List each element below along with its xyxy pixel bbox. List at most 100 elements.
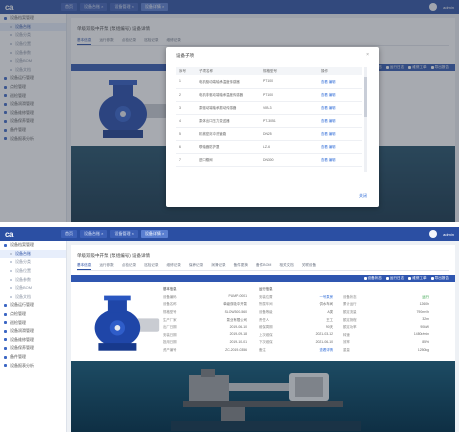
nav-tab-management[interactable]: 设备管理 × [110,230,138,238]
menu-dot-icon [10,278,12,281]
close-icon[interactable]: × [366,52,369,58]
tab-related[interactable]: 关联设备 [302,263,316,270]
info-row: 安装日期 2019-09-18 [163,332,247,337]
user-name[interactable]: admin [443,232,454,237]
sidebar-item[interactable]: 设备文档 [0,293,66,302]
screenshot-equipment-detail: ca 首页 设备台账 × 设备管理 × 设备详情 × admin 设备档案管理 … [0,227,459,432]
sidebar-item[interactable]: 巡检管理 [0,318,66,327]
nav-tab-ledger[interactable]: 设备台账 × [80,230,108,238]
sidebar-item[interactable]: 设备运行管理 [0,301,66,310]
column-header: 子项名称 [196,67,260,75]
scrollbar-thumb[interactable] [364,77,367,117]
modal-close-button[interactable]: 关闭 [359,193,367,199]
detail-tabs: 基本信息 运行参数 点检记录 巡检记录 维修记录 保养记录 润滑记录 备件更换 … [77,263,449,271]
info-row: 资产编号 ZC-2019-0356 [163,347,247,353]
section-title: 运行信息 [259,287,273,292]
modal-scrollbar[interactable] [364,67,367,172]
tab-parts[interactable]: 备件更换 [234,263,248,270]
log-icon [385,277,389,280]
menu-folder-icon [4,321,7,325]
cell-name: 进口蝶阀 [196,153,260,167]
info-row: 规格型号 SLOW300-560 [163,309,247,315]
sidebar-item[interactable]: 备件管理 [0,353,66,362]
action-export-button[interactable]: 导出报告 [430,276,449,281]
table-row: 5 机械密封冲洗管路 DN25 查看 编辑 [176,127,362,141]
cell-name: 电机非驱动端轴承温度传感器 [196,88,260,102]
sidebar-item[interactable]: 设备台账 [0,249,66,259]
sidebar-item[interactable]: 设备润滑管理 [0,327,66,336]
tab-bom[interactable]: 备件BOM [256,263,271,270]
row-action-link[interactable]: 查看 编辑 [318,140,362,154]
row-action-link[interactable]: 查看 编辑 [318,127,362,141]
row-action-link[interactable]: 查看 编辑 [318,88,362,102]
menu-folder-icon [4,346,7,350]
info-row: 责任人 王工 额定扬程 32m [259,317,429,322]
sidebar-item[interactable]: 设备参数 [0,275,66,284]
subitem-table: 序号 子项名称 规格型号 操作 1 电机驱动端轴承温度传感器 PT100 查看 编辑 … [176,67,362,167]
nav-tab-detail[interactable]: 设备详情 × [140,230,169,238]
cell-no: 2 [176,88,196,102]
action-log-button[interactable]: 运行日志 [385,276,404,281]
tab-maintain[interactable]: 保养记录 [189,263,203,270]
table-row: 6 联轴器防护罩 LZ-6 查看 编辑 [176,140,362,154]
sidebar-item[interactable]: 设备报表分析 [0,361,66,370]
row-action-link[interactable]: 查看 编辑 [318,101,362,115]
sidebar-item[interactable]: 设备位置 [0,267,66,276]
tab-patrol[interactable]: 巡检记录 [144,263,158,270]
menu-folder-icon [4,338,7,342]
sidebar-item[interactable]: 点检管理 [0,310,66,319]
main-content: 单级双吸中开泵 (泵组编号) 设备详情 基本信息 运行参数 点检记录 巡检记录 … [71,245,455,432]
menu-dot-icon [10,261,12,264]
tab-params[interactable]: 运行参数 [99,263,113,270]
action-status-button[interactable]: 设备状态 [363,276,382,281]
sidebar-item[interactable]: 设备保养管理 [0,344,66,353]
sidebar-item[interactable]: 设备档案管理 [0,241,66,250]
row-action-link[interactable]: 查看 编辑 [318,75,362,89]
tab-docs[interactable]: 相关文档 [279,263,293,270]
user-avatar[interactable] [429,230,437,238]
info-row: 下次维保 2021-06-10 效率 85% [259,339,429,345]
table-row: 1 电机驱动端轴承温度传感器 PT100 查看 编辑 [176,75,362,89]
tab-basic[interactable]: 基本信息 [77,263,92,270]
cell-spec: LZ-6 [260,140,318,154]
info-row: 所属车间 供水车间 累计运行 1260h [259,301,429,307]
tab-lube[interactable]: 润滑记录 [211,263,225,270]
table-row: 4 泵体出口压力变送器 PT-3051 查看 编辑 [176,114,362,128]
tab-repair[interactable]: 维修记录 [167,263,181,270]
pump-station-scene [171,369,361,431]
info-row: 投用日期 2019-10-01 [163,339,247,345]
menu-dot-icon [10,270,12,273]
sidebar-item[interactable]: 设备维修管理 [0,336,66,345]
cell-spec: PT100 [260,75,318,89]
info-row: 维保周期 90天 额定功率 90kW [259,324,429,330]
table-row: 7 进口蝶阀 DN300 查看 编辑 [176,153,362,167]
menu-folder-icon [4,329,7,333]
run-info-panel: 运行信息 安装位置 一号泵房 设备状态 运行 所属车间 供水车间 累计运行 1260h 设备… [259,285,429,353]
pump-image [94,295,160,351]
sidebar-item[interactable]: 设备分类 [0,258,66,267]
screenshot-equipment-modal: ca 首页 设备台账 × 设备管理 × 设备详情 × admin 设备档案管理 … [0,0,459,222]
tab-check[interactable]: 点检记录 [122,263,136,270]
cell-no: 5 [176,127,196,141]
table-row: 3 泵驱动端轴承振动传感器 VIB-3 查看 编辑 [176,101,362,115]
column-header: 规格型号 [260,67,318,75]
sidebar-item[interactable]: 设备BOM [0,284,66,293]
menu-folder-icon [4,364,7,368]
cell-spec: PT-3051 [260,114,318,128]
nav-tab-home[interactable]: 首页 [61,230,77,238]
cell-no: 1 [176,75,196,89]
cell-spec: DN300 [260,153,318,167]
row-action-link[interactable]: 查看 编辑 [318,153,362,167]
action-bar: 设备状态 运行日志 维修工单 导出报告 [71,275,455,282]
info-row: 生产厂家 泵业有限公司 [163,317,247,322]
cell-name: 电机驱动端轴承温度传感器 [196,75,260,89]
row-action-link[interactable]: 查看 编辑 [318,114,362,128]
page-title: 单级双吸中开泵 (泵组编号) 设备详情 [77,253,150,258]
scene-background [71,361,455,432]
column-header: 序号 [176,67,196,75]
menu-dot-icon [10,252,12,255]
action-order-button[interactable]: 维修工单 [408,276,427,281]
info-row: 上次维保 2021-03-12 转速 1480r/min [259,332,429,337]
sidebar-menu: 设备档案管理 设备台账 设备分类 设备位置 设备参数 设备BOM 设备文档 设备… [0,241,67,432]
cell-no: 7 [176,153,196,167]
